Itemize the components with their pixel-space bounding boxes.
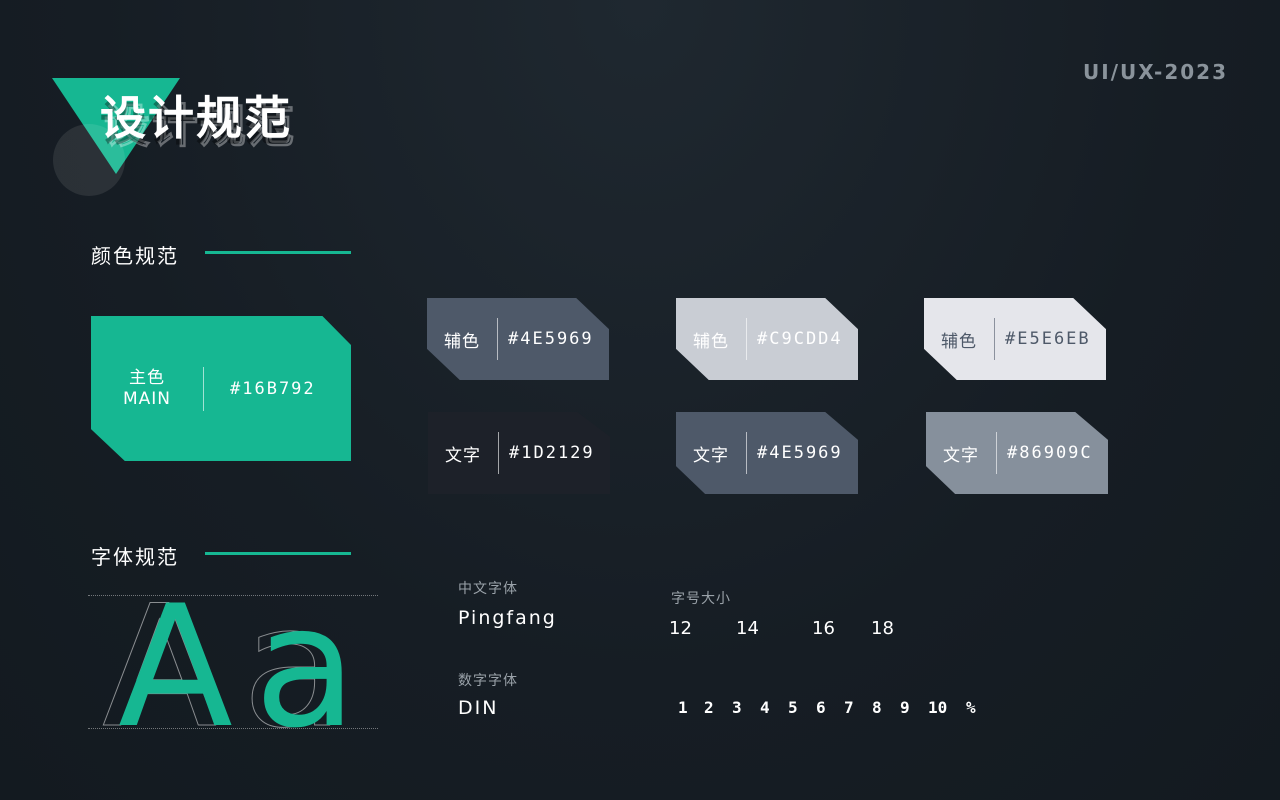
swatch-divider <box>746 318 747 360</box>
numeral-sample: 3 <box>732 698 742 717</box>
main-color-hex: #16B792 <box>230 378 316 399</box>
main-color-label: 主色 MAIN <box>91 368 203 410</box>
color-swatch-text-2: 文字 #4E5969 <box>676 412 858 494</box>
color-swatch-text-1: 文字 #1D2129 <box>428 412 610 494</box>
numeral-sample: 1 <box>678 698 688 717</box>
corner-tag: UI/UX-2023 <box>1083 60 1228 84</box>
color-section-rule <box>205 251 351 254</box>
typography-section-rule <box>205 552 351 555</box>
swatch-hex: #1D2129 <box>509 443 595 463</box>
swatch-divider <box>497 318 498 360</box>
swatch-label: 辅色 <box>693 331 729 352</box>
font-size-caption: 字号大小 <box>671 591 731 607</box>
main-color-label-cn: 主色 <box>129 367 165 388</box>
number-font-name: DIN <box>458 697 499 719</box>
swatch-label: 文字 <box>693 445 729 466</box>
swatch-label: 辅色 <box>941 331 977 352</box>
page-title: 设计规范 <box>100 91 292 145</box>
color-swatch-secondary-2: 辅色 #C9CDD4 <box>676 298 858 380</box>
swatch-hex: #E5E6EB <box>1005 329 1091 349</box>
swatch-hex: #4E5969 <box>508 329 594 349</box>
swatch-hex: #4E5969 <box>757 443 843 463</box>
numeral-sample: 2 <box>704 698 714 717</box>
swatch-hex: #C9CDD4 <box>757 329 843 349</box>
main-color-swatch: 主色 MAIN #16B792 <box>91 316 351 461</box>
color-swatch-secondary-1: 辅色 #4E5969 <box>427 298 609 380</box>
numeral-sample: 6 <box>816 698 826 717</box>
numeral-sample: 8 <box>872 698 882 717</box>
glyph-lower: a <box>254 569 357 765</box>
numeral-sample: 4 <box>760 698 770 717</box>
swatch-divider <box>498 432 499 474</box>
numeral-sample: 9 <box>900 698 910 717</box>
number-font-caption: 数字字体 <box>458 673 518 689</box>
font-size-value: 16 <box>812 618 835 639</box>
chinese-font-name: Pingfang <box>458 607 557 629</box>
swatch-label: 辅色 <box>444 331 480 352</box>
numeral-sample: 7 <box>844 698 854 717</box>
glyph-upper: A <box>118 569 233 765</box>
color-section-title: 颜色规范 <box>91 244 179 268</box>
font-size-value: 14 <box>736 618 759 639</box>
color-swatch-text-3: 文字 #86909C <box>926 412 1108 494</box>
swatch-label: 文字 <box>943 445 979 466</box>
numeral-sample: % <box>966 698 976 717</box>
main-color-label-en: MAIN <box>122 388 172 409</box>
font-size-value: 12 <box>669 618 692 639</box>
numeral-sample: 10 <box>928 698 948 717</box>
color-swatch-secondary-3: 辅色 #E5E6EB <box>924 298 1106 380</box>
typography-section-title: 字体规范 <box>91 545 179 569</box>
numeral-sample: 5 <box>788 698 798 717</box>
swatch-divider <box>203 366 204 411</box>
swatch-label: 文字 <box>445 445 481 466</box>
swatch-divider <box>996 432 997 474</box>
swatch-divider <box>994 318 995 360</box>
chinese-font-caption: 中文字体 <box>458 581 518 597</box>
font-size-value: 18 <box>871 618 894 639</box>
swatch-divider <box>746 432 747 474</box>
swatch-hex: #86909C <box>1007 443 1093 463</box>
